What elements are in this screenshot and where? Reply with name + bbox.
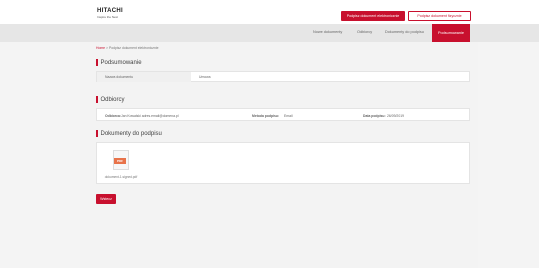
breadcrumb-separator: >: [106, 46, 108, 50]
recipients-card: Odbiorca: Jan Kowalski adres.email@domen…: [96, 108, 470, 121]
pdf-icon: PDF: [114, 158, 126, 164]
document-name-value: Umowa: [199, 75, 211, 79]
recipient-label: Odbiorca:: [105, 114, 122, 118]
nav-new-documents[interactable]: Nowe dokumenty: [313, 30, 342, 34]
summary-section-title: Podsumowanie: [96, 59, 142, 66]
signing-method-value: Email: [284, 114, 293, 118]
pdf-file-name[interactable]: dokument-1.signed.pdf: [96, 175, 146, 179]
sign-physically-button[interactable]: Podpisz dokument fizycznie: [408, 11, 471, 21]
summary-card: Nazwa dokumentu Umowa: [96, 71, 470, 82]
sign-electronically-button[interactable]: Podpisz dokument elektronicznie: [341, 11, 405, 21]
breadcrumb: Home > Podpisz dokument elektronicznie: [96, 46, 159, 50]
nav-documents-to-sign[interactable]: Dokumenty do podpisu: [385, 30, 424, 34]
recipient-value: Jan Kowalski adres.email@domena.pl: [121, 114, 179, 118]
pdf-file-tile[interactable]: PDF: [113, 150, 129, 170]
recipients-section-title: Odbiorcy: [96, 96, 125, 103]
signing-date-value: 26/09/2019: [387, 114, 404, 118]
recipients-title-text: Odbiorcy: [100, 96, 125, 103]
top-header: HITACHI Inspire the Next Podpisz dokumen…: [0, 0, 539, 24]
brand-logo[interactable]: HITACHI: [97, 8, 123, 14]
section-accent-bar: [96, 59, 98, 66]
nav-recipients[interactable]: Odbiorcy: [357, 30, 372, 34]
brand-tagline: Inspire the Next: [97, 15, 119, 19]
section-accent-bar: [96, 130, 98, 137]
breadcrumb-current: Podpisz dokument elektronicznie: [108, 46, 159, 50]
documents-card: [96, 142, 470, 184]
documents-section-title: Dokumenty do podpisu: [96, 130, 162, 137]
document-name-label: Nazwa dokumentu: [105, 75, 134, 79]
app-window: HITACHI Inspire the Next Podpisz dokumen…: [0, 0, 539, 268]
back-button[interactable]: Wstecz: [96, 194, 116, 204]
section-accent-bar: [96, 96, 98, 103]
signing-date-label: Data podpisu:: [363, 114, 386, 118]
nav-summary-active[interactable]: Podsumowanie: [432, 24, 470, 42]
breadcrumb-home[interactable]: Home: [96, 46, 105, 50]
documents-title-text: Dokumenty do podpisu: [100, 130, 162, 137]
signing-method-label: Metoda podpisu:: [252, 114, 280, 118]
summary-title-text: Podsumowanie: [100, 59, 142, 66]
